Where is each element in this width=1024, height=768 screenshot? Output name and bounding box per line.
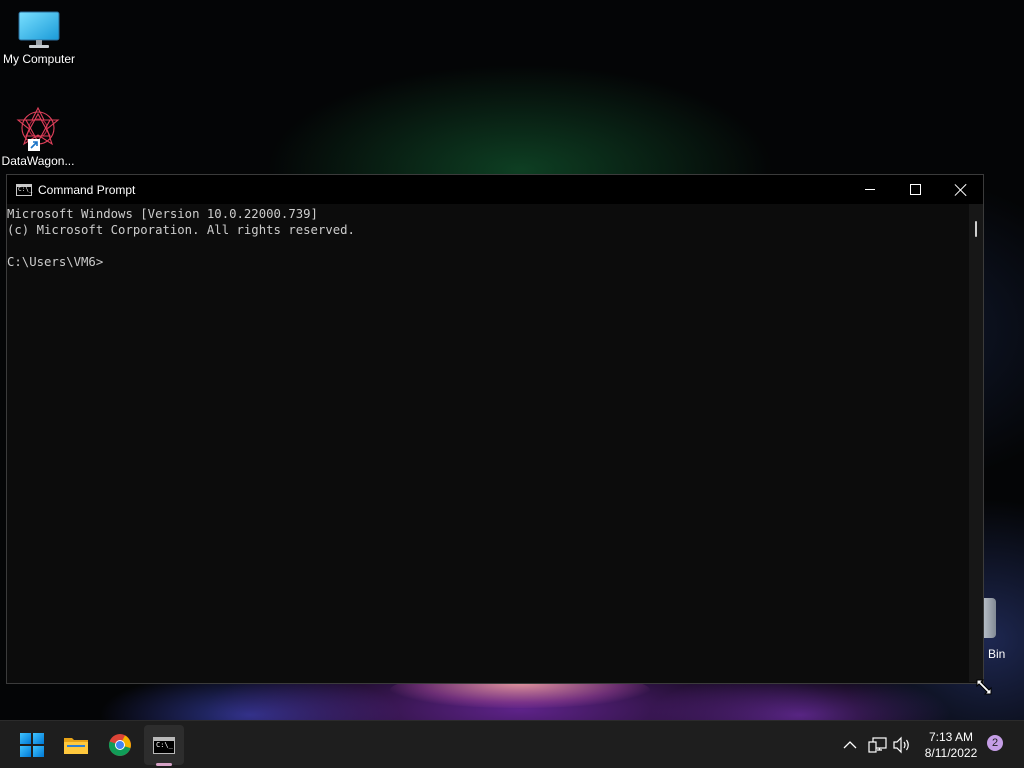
taskbar-command-prompt[interactable]: C:\_ [144,725,184,765]
clock-date: 8/11/2022 [924,746,978,760]
datawagon-icon [16,106,60,151]
minimize-icon [865,189,875,190]
maximize-icon [909,184,921,195]
folder-icon [64,738,88,754]
recycle-bin-icon [982,598,996,638]
taskbar-file-explorer[interactable] [56,725,96,765]
chrome-icon [108,734,131,756]
show-hidden-icons-button[interactable] [839,733,861,757]
vertical-scrollbar[interactable] [969,204,983,682]
volume-button[interactable] [891,733,913,757]
clock-time: 7:13 AM [928,730,974,744]
taskbar: C:\_ 7:13 AM 8/11/2022 [0,720,1024,768]
volume-icon [893,736,909,754]
cmd-icon: C:\_ [16,183,32,196]
console-output[interactable]: Microsoft Windows [Version 10.0.22000.73… [7,204,969,682]
close-icon [955,184,967,196]
desktop-icon-label: Bin [988,647,1006,661]
desktop-icon-my-computer[interactable]: My Computer [0,10,79,66]
resize-cursor-icon [976,679,992,695]
taskbar-clock[interactable]: 7:13 AM 8/11/2022 [916,729,986,761]
desktop-icon-label: My Computer [2,52,76,66]
desktop-icon-datawagon[interactable]: DataWagon... [0,106,78,168]
command-prompt-window[interactable]: C:\_ Command Prompt Microsoft Windows [V… [6,174,984,684]
chevron-up-icon [843,741,857,749]
scrollbar-thumb[interactable] [975,221,977,237]
windows-logo-icon [20,733,44,757]
maximize-button[interactable] [892,175,938,204]
minimize-button[interactable] [847,175,893,204]
monitor-icon [18,11,60,48]
notification-badge[interactable]: 2 [987,735,1003,751]
close-button[interactable] [938,175,984,204]
active-app-indicator [156,763,172,766]
network-button[interactable] [867,733,889,757]
taskbar-chrome[interactable] [100,725,140,765]
console-line: Microsoft Windows [Version 10.0.22000.73… [7,207,318,221]
desktop-icon-label: DataWagon... [1,154,75,168]
start-button[interactable] [12,725,52,765]
console-prompt-line[interactable]: C:\Users\VM6> [7,254,969,270]
window-title: Command Prompt [38,182,136,197]
network-icon [868,737,887,753]
cmd-icon: C:\_ [153,736,175,754]
title-bar[interactable]: C:\_ Command Prompt [7,175,983,204]
console-line: (c) Microsoft Corporation. All rights re… [7,223,355,237]
